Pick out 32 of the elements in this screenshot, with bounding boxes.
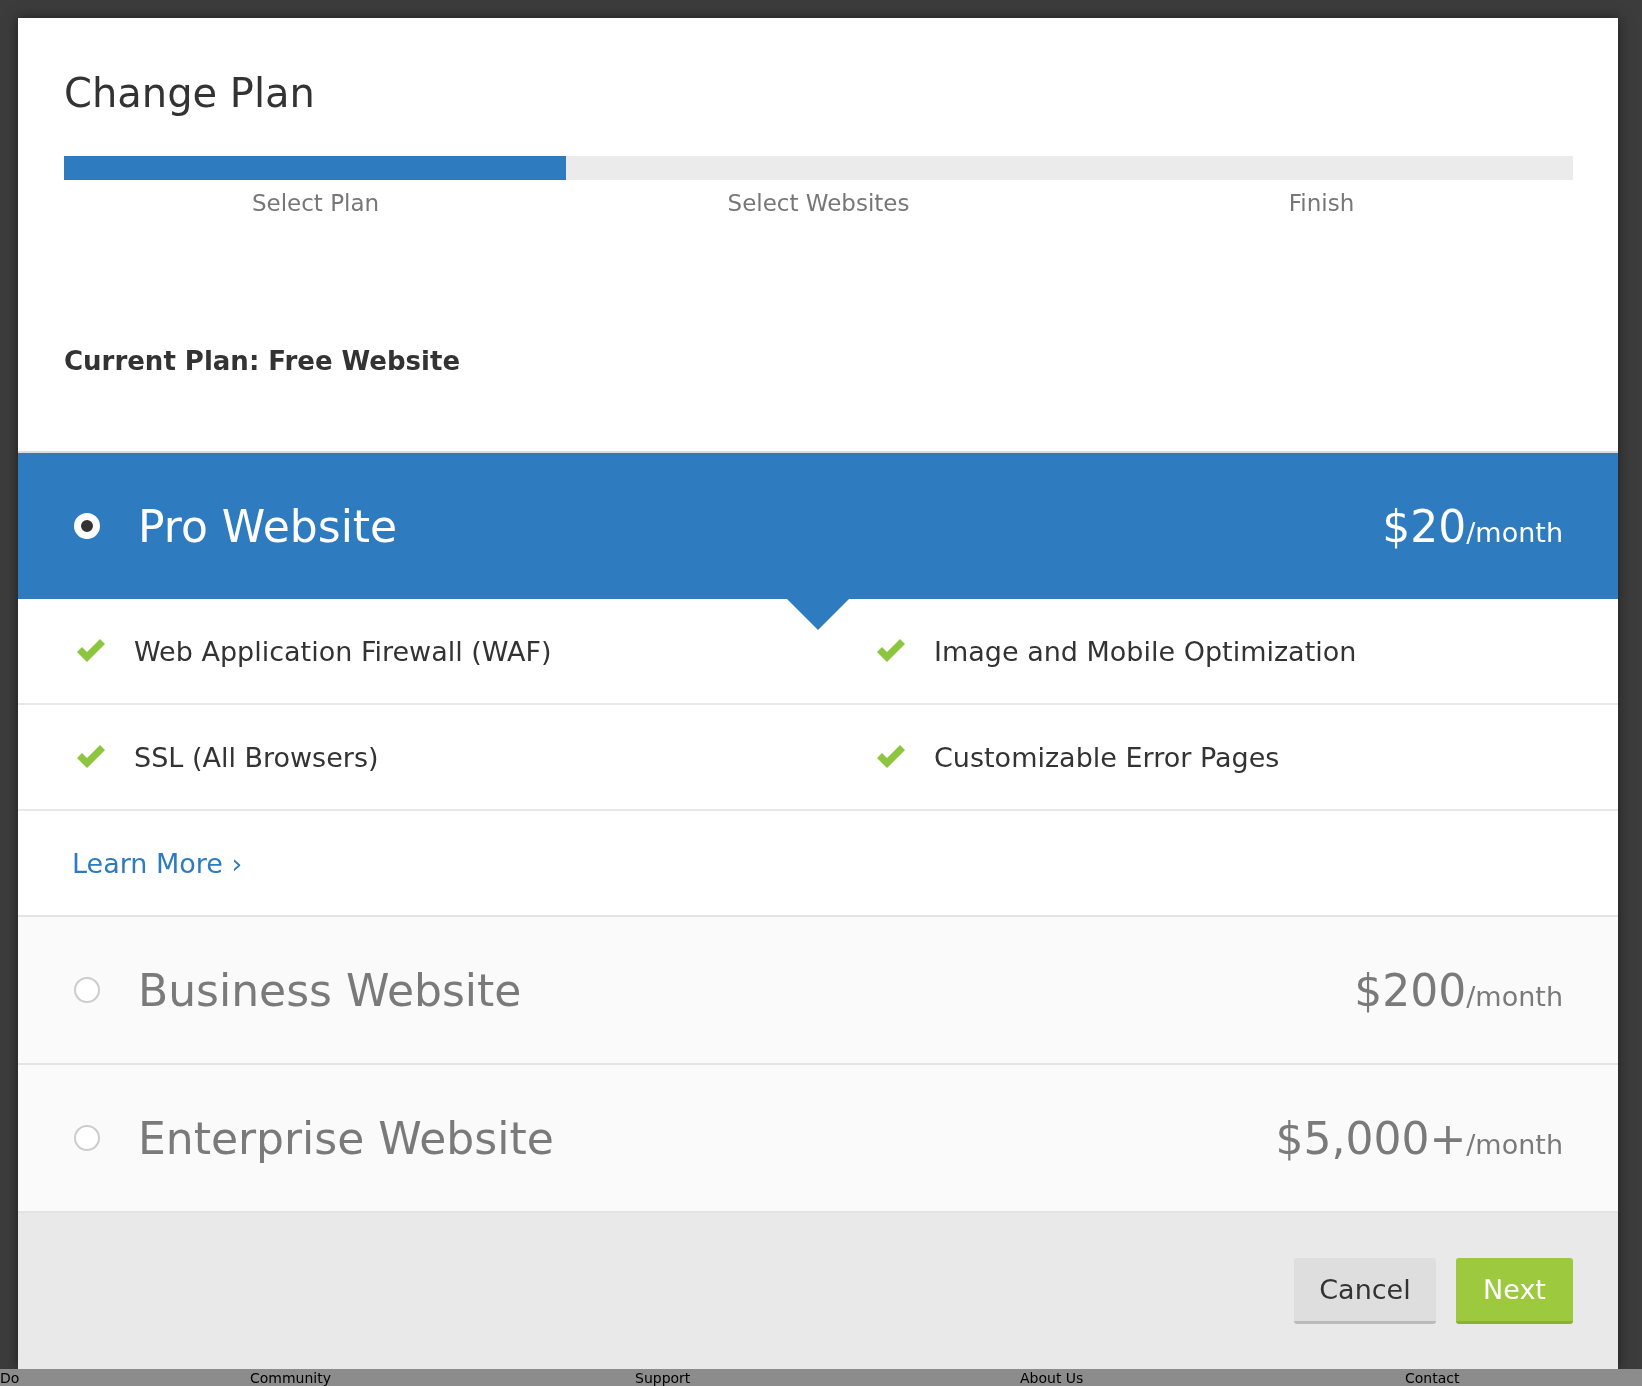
plan-option[interactable]: Business Website $200/month xyxy=(18,917,1618,1064)
pointer-arrow-icon xyxy=(787,599,849,632)
feature-text: Image and Mobile Optimization xyxy=(934,635,1357,667)
checkmark-icon xyxy=(876,639,906,664)
radio-button[interactable] xyxy=(74,977,100,1004)
checkmark-icon xyxy=(76,745,106,770)
cancel-button[interactable]: Cancel xyxy=(1294,1258,1436,1325)
step-label: Select Plan xyxy=(251,190,380,216)
learn-more-link[interactable]: Learn More › xyxy=(72,847,243,879)
checkmark-icon xyxy=(76,639,106,664)
step-label: Select Websites xyxy=(727,190,910,216)
feature-text: Web Application Firewall (WAF) xyxy=(134,635,552,667)
checkmark-icon xyxy=(876,745,906,770)
footer-link[interactable]: About Us xyxy=(1020,1369,1405,1386)
footer-link[interactable]: Do xyxy=(0,1369,250,1386)
plan-price: $20 xyxy=(1382,500,1467,552)
dialog-title: Change Plan xyxy=(64,69,316,118)
footer-link[interactable]: Contact xyxy=(1405,1369,1642,1386)
feature-text: Customizable Error Pages xyxy=(934,741,1280,773)
price-period: /month xyxy=(1466,1128,1563,1160)
plan-price: $200 xyxy=(1354,964,1467,1016)
feature-text: SSL (All Browsers) xyxy=(134,741,379,773)
radio-button[interactable] xyxy=(74,1125,100,1152)
footer-link[interactable]: Support xyxy=(635,1369,1020,1386)
price-period: /month xyxy=(1466,980,1563,1012)
plan-option[interactable]: Enterprise Website $5,000+/month xyxy=(18,1065,1618,1212)
plan-option[interactable]: Pro Website $20/month xyxy=(18,453,1618,600)
step-label: Finish xyxy=(1288,190,1355,216)
price-period: /month xyxy=(1466,516,1563,548)
plan-price: $5,000+ xyxy=(1275,1112,1467,1164)
footer-link[interactable]: Community xyxy=(250,1369,635,1386)
current-plan-label: Current Plan: Free Website xyxy=(64,346,461,376)
